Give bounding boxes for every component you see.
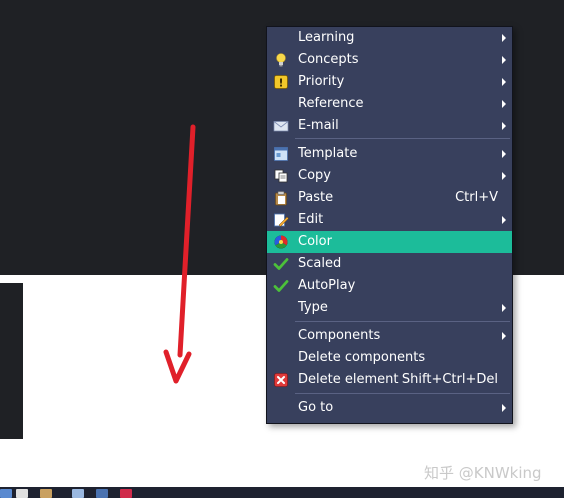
- menu-item-label: Paste: [298, 190, 334, 205]
- lightbulb-icon: [276, 53, 286, 67]
- envelope-icon: [273, 121, 289, 132]
- menu-item-components[interactable]: Components: [267, 325, 512, 347]
- submenu-arrow-icon: [502, 100, 506, 108]
- menu-item-scaled[interactable]: Scaled: [267, 253, 512, 275]
- menu-item-label: Color: [298, 234, 332, 249]
- svg-text:!: !: [278, 77, 283, 90]
- menu-item-label: Reference: [298, 96, 364, 111]
- menu-item-edit[interactable]: Edit: [267, 209, 512, 231]
- menu-item-delete-components[interactable]: Delete components: [267, 347, 512, 369]
- color-palette-icon: [274, 235, 288, 249]
- toolbar-icon[interactable]: [72, 489, 84, 498]
- menu-item-reference[interactable]: Reference: [267, 93, 512, 115]
- submenu-arrow-icon: [502, 56, 506, 64]
- submenu-arrow-icon: [502, 404, 506, 412]
- submenu-arrow-icon: [502, 122, 506, 130]
- copy-icon: [274, 169, 288, 183]
- submenu-arrow-icon: [502, 34, 506, 42]
- delete-icon: [274, 373, 288, 387]
- priority-icon: !: [274, 75, 288, 90]
- menu-item-color[interactable]: Color: [267, 231, 512, 253]
- menu-item-shortcut: Ctrl+V: [455, 190, 498, 205]
- submenu-arrow-icon: [502, 150, 506, 158]
- menu-item-label: Copy: [298, 168, 331, 183]
- menu-item-label: E-mail: [298, 118, 339, 133]
- context-menu: Learning Concepts ! Priority Reference E…: [266, 26, 513, 424]
- menu-item-autoplay[interactable]: AutoPlay: [267, 275, 512, 297]
- menu-item-label: Priority: [298, 74, 345, 89]
- submenu-arrow-icon: [502, 332, 506, 340]
- menu-item-learning[interactable]: Learning: [267, 27, 512, 49]
- menu-item-concepts[interactable]: Concepts: [267, 49, 512, 71]
- menu-item-priority[interactable]: ! Priority: [267, 71, 512, 93]
- menu-item-label: Type: [298, 300, 328, 315]
- watermark-text: 知乎 @KNWking: [424, 464, 542, 482]
- paste-icon: [275, 191, 287, 206]
- save-icon[interactable]: [96, 489, 108, 498]
- menu-item-shortcut: Shift+Ctrl+Del: [401, 372, 498, 387]
- menu-item-copy[interactable]: Copy: [267, 165, 512, 187]
- submenu-arrow-icon: [502, 216, 506, 224]
- menu-separator: [295, 138, 510, 139]
- toolbar-icon[interactable]: [0, 489, 12, 498]
- checkmark-icon: [273, 280, 289, 292]
- menu-item-label: AutoPlay: [298, 278, 356, 293]
- menu-item-label: Delete components: [298, 350, 426, 365]
- menu-separator: [295, 321, 510, 322]
- menu-item-template[interactable]: Template: [267, 143, 512, 165]
- menu-item-label: Concepts: [298, 52, 359, 67]
- help-icon[interactable]: [120, 489, 132, 498]
- checkmark-icon: [273, 258, 289, 270]
- menu-item-label: Delete element: [298, 372, 399, 387]
- template-icon: [274, 147, 288, 161]
- menu-item-label: Learning: [298, 30, 355, 45]
- edit-icon: [274, 213, 289, 227]
- menu-item-delete-element[interactable]: Delete element Shift+Ctrl+Del: [267, 369, 512, 391]
- submenu-arrow-icon: [502, 172, 506, 180]
- submenu-arrow-icon: [502, 78, 506, 86]
- toolbar-strip: [0, 487, 564, 498]
- menu-item-label: Edit: [298, 212, 324, 227]
- menu-item-label: Scaled: [298, 256, 342, 271]
- menu-item-type[interactable]: Type: [267, 297, 512, 319]
- menu-item-label: Go to: [298, 400, 334, 415]
- menu-item-email[interactable]: E-mail: [267, 115, 512, 137]
- menu-item-label: Components: [298, 328, 381, 343]
- paste-icon[interactable]: [40, 489, 52, 498]
- menu-item-go-to[interactable]: Go to: [267, 397, 512, 419]
- copy-icon[interactable]: [16, 489, 28, 498]
- menu-item-paste[interactable]: Paste Ctrl+V: [267, 187, 512, 209]
- menu-separator: [295, 393, 510, 394]
- submenu-arrow-icon: [502, 304, 506, 312]
- menu-item-label: Template: [298, 146, 358, 161]
